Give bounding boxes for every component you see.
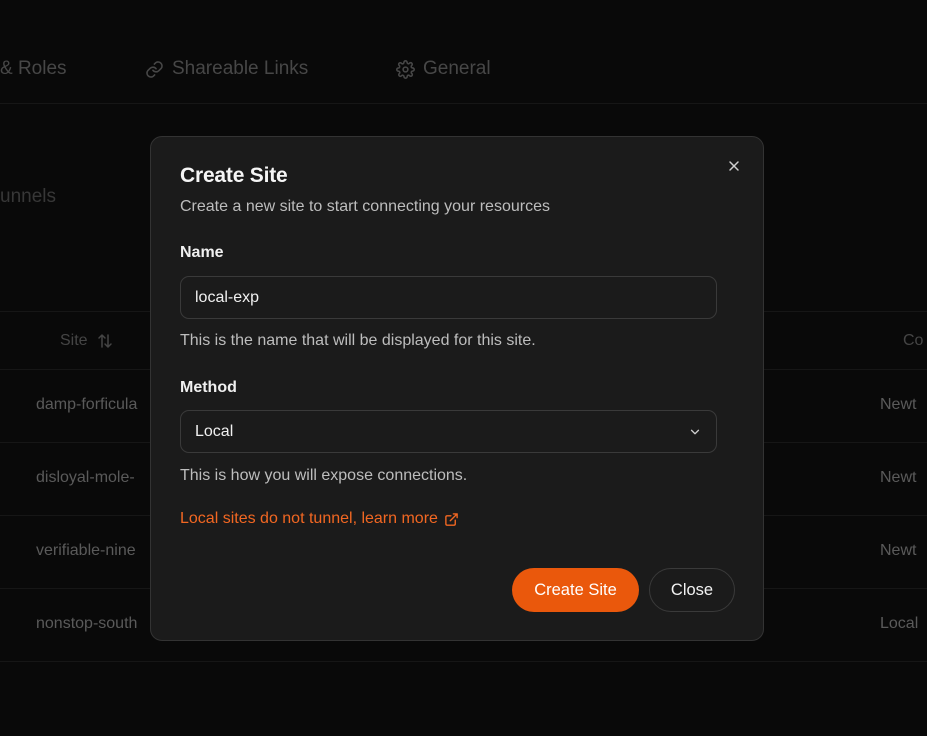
close-icon[interactable] <box>725 157 743 175</box>
page: & Roles Shareable Links General unnels S… <box>0 0 927 736</box>
create-site-dialog: Create Site Create a new site to start c… <box>150 136 764 641</box>
method-select[interactable]: Local <box>180 410 717 453</box>
dialog-title: Create Site <box>180 164 288 187</box>
method-help-text: This is how you will expose connections. <box>180 467 468 484</box>
name-help-text: This is the name that will be displayed … <box>180 332 536 349</box>
name-label: Name <box>180 244 224 261</box>
dialog-description: Create a new site to start connecting yo… <box>180 198 550 215</box>
method-label: Method <box>180 379 237 396</box>
method-selected-value: Local <box>195 422 234 440</box>
chevron-down-icon <box>690 429 700 434</box>
external-link-icon <box>445 512 458 526</box>
learn-more-link[interactable]: Local sites do not tunnel, learn more <box>180 510 459 528</box>
create-site-button[interactable]: Create Site <box>512 568 639 612</box>
close-button[interactable]: Close <box>649 568 735 612</box>
site-name-input[interactable] <box>180 276 717 319</box>
